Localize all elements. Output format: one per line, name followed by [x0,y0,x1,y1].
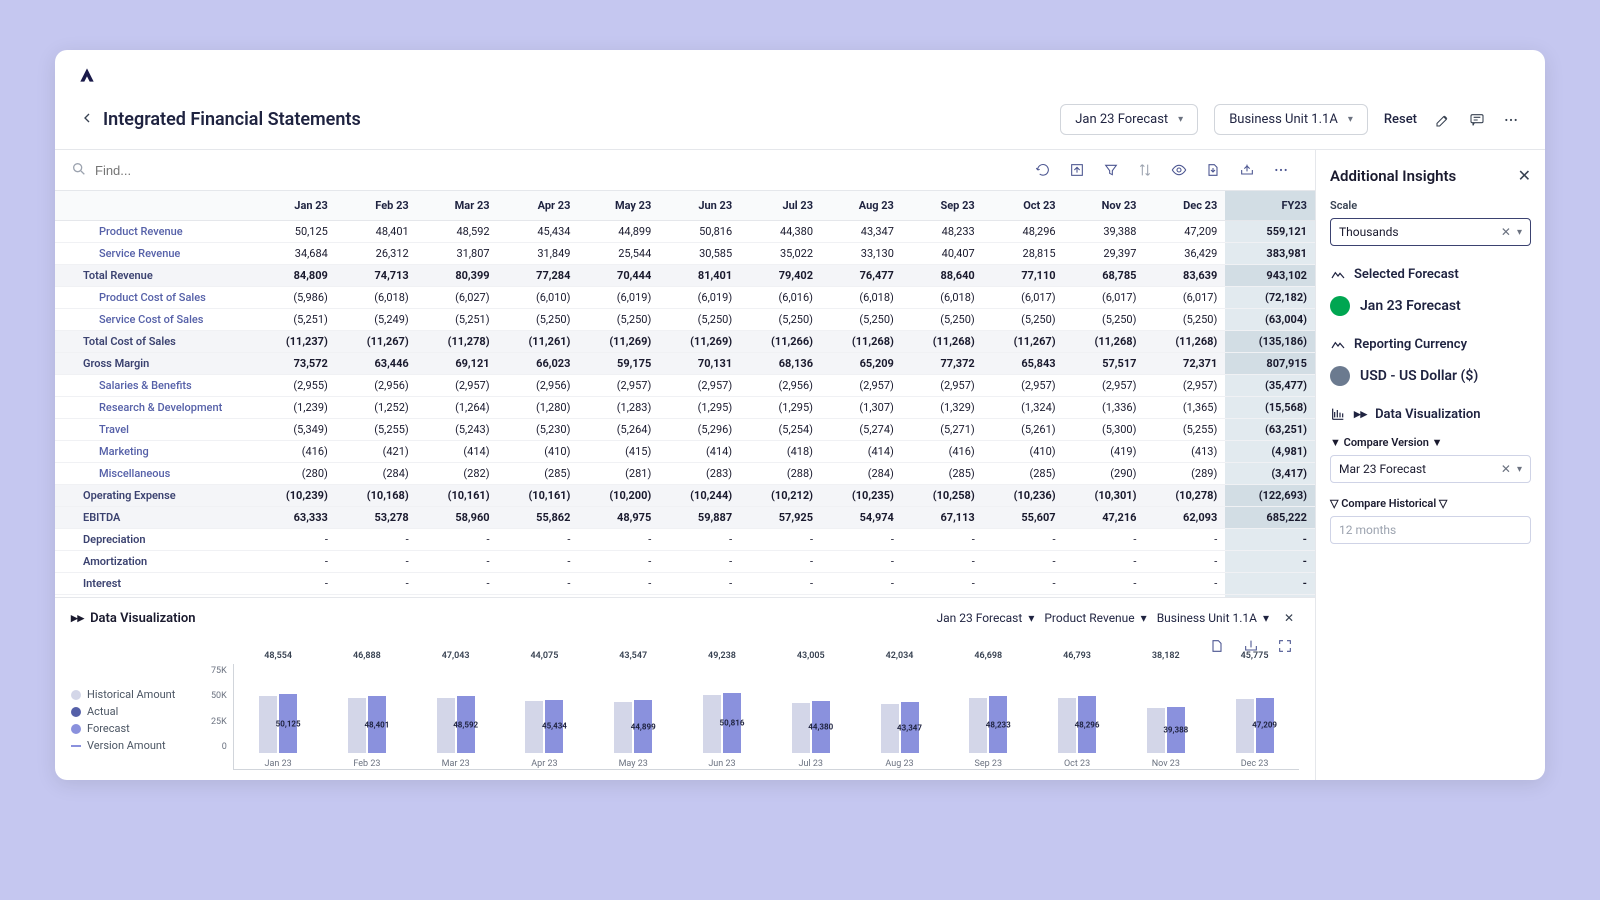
expand-icon: ▸▸ [71,611,84,626]
compare-version-label: ▼ Compare Version ▼ [1330,436,1531,449]
col-header: Jan 23 [255,191,336,221]
chevron-down-icon: ▾ [1517,464,1522,475]
table-row[interactable]: Total Revenue84,80974,71380,39977,28470,… [55,265,1315,287]
selected-forecast-label: Selected Forecast [1354,267,1459,282]
export-icon[interactable] [1067,160,1087,180]
back-button[interactable] [79,110,95,129]
table-row[interactable]: Service Cost of Sales(5,251)(5,249)(5,25… [55,309,1315,331]
scale-select[interactable]: Thousands ✕ ▾ [1330,218,1531,246]
dv-section-expand-icon: ▸▸ [1354,407,1367,422]
col-header: Jul 23 [740,191,821,221]
chevron-down-icon: ▾ [1178,114,1183,125]
reset-link[interactable]: Reset [1384,112,1417,127]
currency-value: USD - US Dollar ($) [1330,366,1531,386]
table-row[interactable]: Product Revenue50,12548,40148,59245,4344… [55,221,1315,243]
clear-icon[interactable]: ✕ [1501,225,1511,239]
col-header: Apr 23 [498,191,579,221]
currency-label: Reporting Currency [1354,337,1467,352]
dv-metric-dropdown[interactable]: Product Revenue ▾ [1044,611,1146,625]
col-header: Nov 23 [1064,191,1145,221]
table-row[interactable]: Product Cost of Sales(5,986)(6,018)(6,02… [55,287,1315,309]
chevron-down-icon: ▾ [1517,227,1522,238]
dv-close-icon[interactable]: ✕ [1279,608,1299,628]
compare-hist-label: ▽ Compare Historical ▽ [1330,497,1531,510]
compare-version-select[interactable]: Mar 23 Forecast ✕ ▾ [1330,455,1531,483]
page-title: Integrated Financial Statements [103,109,361,130]
table-row[interactable]: Interest------------- [55,573,1315,595]
insights-title: Additional Insights [1330,167,1456,185]
share-icon[interactable] [1237,160,1257,180]
download-icon[interactable] [1203,160,1223,180]
table-row[interactable]: Travel(5,349)(5,255)(5,243)(5,230)(5,264… [55,419,1315,441]
search-icon [71,161,87,180]
chevron-down-icon: ▾ [1028,611,1034,625]
more-table-icon[interactable] [1271,160,1291,180]
table-row[interactable]: Gross Margin73,57263,44669,12166,02359,1… [55,353,1315,375]
more-icon[interactable] [1501,110,1521,130]
chart-legend: Historical Amount Actual Forecast Versio… [71,664,201,770]
col-header: Aug 23 [821,191,902,221]
dv-section-label: Data Visualization [1375,407,1480,422]
business-unit-dropdown[interactable]: Business Unit 1.1A ▾ [1214,104,1368,135]
forecast-dropdown-label: Jan 23 Forecast [1075,112,1168,127]
comment-icon[interactable] [1467,110,1487,130]
table-row[interactable]: Salaries & Benefits(2,955)(2,956)(2,957)… [55,375,1315,397]
selected-forecast-value: Jan 23 Forecast [1330,296,1531,316]
edit-icon[interactable] [1433,110,1453,130]
business-unit-dropdown-label: Business Unit 1.1A [1229,112,1338,127]
table-row[interactable]: Marketing(416)(421)(414)(410)(415)(414)(… [55,441,1315,463]
chevron-down-icon: ▾ [1263,611,1269,625]
col-header: Mar 23 [417,191,498,221]
table-row[interactable]: Amortization------------- [55,551,1315,573]
col-header: Dec 23 [1144,191,1225,221]
dv-bu-dropdown[interactable]: Business Unit 1.1A ▾ [1157,611,1269,625]
data-viz-toggle[interactable]: ▸▸ Data Visualization [71,611,196,626]
table-row[interactable]: Depreciation------------- [55,529,1315,551]
search-input[interactable] [95,163,295,178]
table-row[interactable]: EBITDA63,33353,27858,96055,86248,97559,8… [55,507,1315,529]
table-row[interactable]: Total Cost of Sales(11,237)(11,267)(11,2… [55,331,1315,353]
table-row[interactable]: Miscellaneous(280)(284)(282)(285)(281)(2… [55,463,1315,485]
scale-label: Scale [1330,199,1531,212]
compare-hist-select[interactable]: 12 months [1330,516,1531,544]
bar-chart: 75K50K25K0 48,55450,125Jan 2346,88848,40… [211,664,1299,770]
dv-forecast-dropdown[interactable]: Jan 23 Forecast ▾ [936,611,1034,625]
table-row[interactable]: Operating Expense(10,239)(10,168)(10,161… [55,485,1315,507]
refresh-icon[interactable] [1033,160,1053,180]
app-logo [79,64,101,86]
col-header: Oct 23 [983,191,1064,221]
col-header: Sep 23 [902,191,983,221]
col-header: Jun 23 [659,191,740,221]
clear-icon[interactable]: ✕ [1501,462,1511,476]
col-header: FY23 [1225,191,1315,221]
chevron-down-icon: ▾ [1141,611,1147,625]
col-header: Feb 23 [336,191,417,221]
dv-download-icon[interactable] [1207,636,1227,656]
dv-fullscreen-icon[interactable] [1275,636,1295,656]
table-row[interactable]: Research & Development(1,239)(1,252)(1,2… [55,397,1315,419]
chevron-down-icon: ▾ [1348,114,1353,125]
table-row[interactable]: Service Revenue34,68426,31231,80731,8492… [55,243,1315,265]
visibility-icon[interactable] [1169,160,1189,180]
col-header: May 23 [578,191,659,221]
filter-icon[interactable] [1101,160,1121,180]
sort-icon[interactable] [1135,160,1155,180]
financial-table: Jan 23Feb 23Mar 23Apr 23May 23Jun 23Jul … [55,191,1315,598]
close-insights-icon[interactable]: ✕ [1518,166,1531,185]
forecast-dropdown[interactable]: Jan 23 Forecast ▾ [1060,104,1198,135]
